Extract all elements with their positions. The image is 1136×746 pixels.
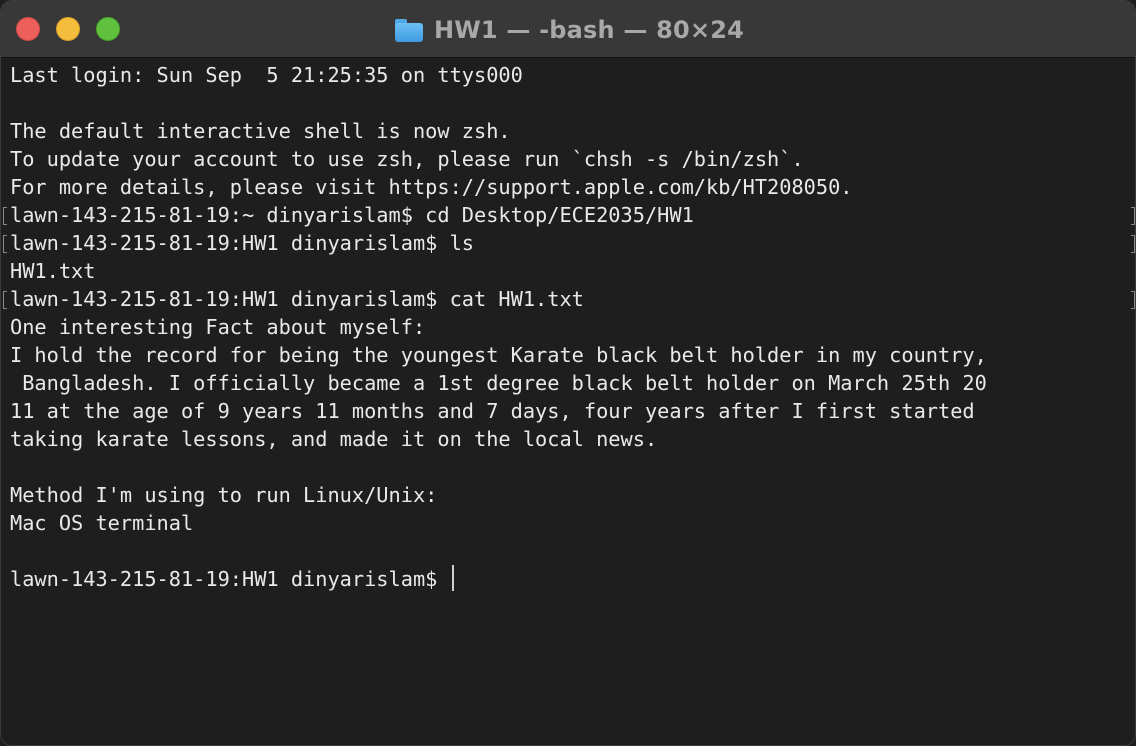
terminal-line: Mac OS terminal [10, 511, 194, 535]
window-title: HW1 — -bash — 80×24 [433, 15, 745, 44]
prompt-line[interactable]: lawn-143-215-81-19:HW1 dinyarislam$ [10, 565, 987, 593]
window-title-area: HW1 — -bash — 80×24 [1, 1, 1135, 58]
text-cursor [451, 565, 454, 591]
terminal-line: One interesting Fact about myself: [10, 315, 426, 339]
terminal-line: 11 at the age of 9 years 11 months and 7… [10, 399, 975, 423]
terminal-line: For more details, please visit https://s… [10, 175, 853, 199]
terminal-line: HW1.txt [10, 259, 96, 283]
terminal-line: taking karate lessons, and made it on th… [10, 427, 658, 451]
terminal-line: The default interactive shell is now zsh… [10, 119, 511, 143]
terminal-line: lawn-143-215-81-19:~ dinyarislam$ cd Des… [10, 203, 694, 227]
terminal-line: To update your account to use zsh, pleas… [10, 147, 804, 171]
terminal-line: Last login: Sun Sep 5 21:25:35 on ttys00… [10, 63, 523, 87]
terminal-line: I hold the record for being the youngest… [10, 343, 987, 367]
terminal-line: Method I'm using to run Linux/Unix: [10, 483, 438, 507]
terminal-line: lawn-143-215-81-19:HW1 dinyarislam$ cat … [10, 287, 584, 311]
folder-icon [394, 18, 424, 42]
command-mark-left [3, 291, 7, 309]
title-bar[interactable]: HW1 — -bash — 80×24 [1, 1, 1135, 58]
terminal-window: HW1 — -bash — 80×24 Last login: Sun Sep … [0, 0, 1136, 746]
terminal-line: Bangladesh. I officially became a 1st de… [10, 371, 987, 395]
shell-prompt: lawn-143-215-81-19:HW1 dinyarislam$ [10, 567, 450, 591]
command-mark-left [3, 235, 7, 253]
terminal-line: lawn-143-215-81-19:HW1 dinyarislam$ ls [10, 231, 474, 255]
command-mark-left [3, 207, 7, 225]
command-mark-right [1131, 207, 1135, 225]
terminal-output: Last login: Sun Sep 5 21:25:35 on ttys00… [10, 61, 987, 593]
terminal-content[interactable]: Last login: Sun Sep 5 21:25:35 on ttys00… [1, 58, 1135, 745]
command-mark-right [1131, 235, 1135, 253]
command-mark-right [1131, 291, 1135, 309]
